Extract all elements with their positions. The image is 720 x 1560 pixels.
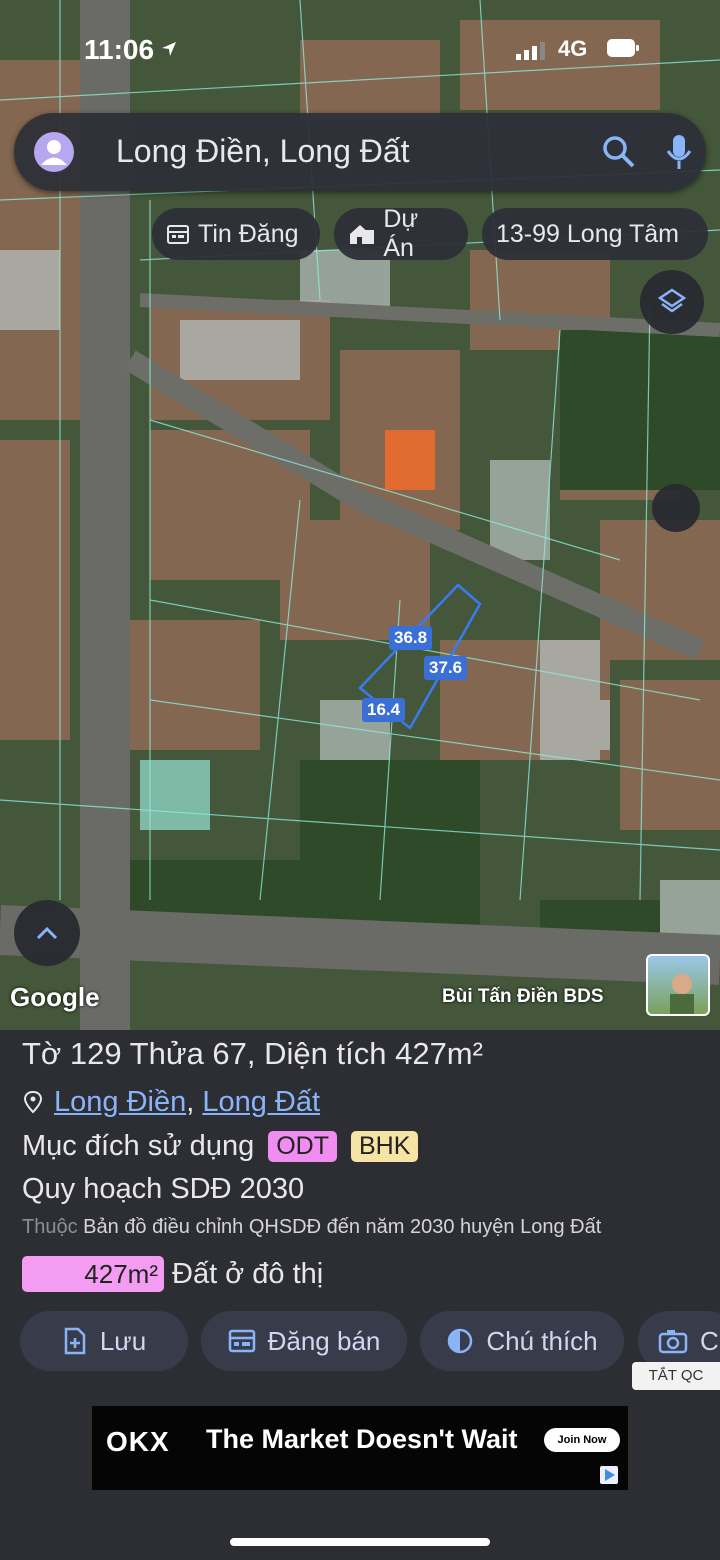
camera-icon [658,1330,688,1354]
ad-brand-logo: OKX [106,1426,170,1457]
search-icon[interactable] [602,135,636,169]
expand-up-button[interactable] [14,900,80,966]
home-indicator[interactable] [230,1538,490,1546]
status-bar: 11:06 4G [0,0,720,100]
purpose-label: Mục đích sử dụng [22,1130,255,1162]
chip-label: 13-99 Long Tâm [496,219,679,248]
ad-banner[interactable]: OKX The Market Doesn't Wait Join Now [92,1406,628,1490]
plan-source-text: Bản đồ điều chỉnh QHSDĐ đến năm 2030 huy… [83,1216,602,1238]
microphone-icon[interactable] [664,133,694,171]
purpose-tag-odt[interactable]: ODT [268,1131,337,1162]
house-icon [350,225,374,244]
plan-source: Thuộc Bản đồ điều chỉnh QHSDĐ đến năm 20… [22,1216,601,1239]
ad-headline: The Market Doesn't Wait [206,1424,518,1454]
camera-button-label: C [700,1325,719,1356]
google-logo: Google [10,982,100,1012]
play-triangle-icon [605,1469,615,1481]
legend-button-label: Chú thích [486,1325,598,1356]
network-type: 4G [558,36,588,61]
contrast-icon [448,1328,473,1354]
map-credit: Bùi Tấn Điền BDS [442,986,604,1007]
save-button[interactable]: Lưu [20,1311,188,1371]
calendar-icon [228,1329,255,1353]
parcel-location: Long Điền , Long Đất [22,1086,320,1119]
user-icon [41,140,67,165]
measurement-label: 36.8 [389,626,433,650]
legend-button[interactable]: Chú thích [420,1311,624,1371]
land-use-purpose: Mục đích sử dụng ODT BHK [22,1130,419,1163]
chip-label: Tin Đăng [198,219,299,248]
parcel-title: Tờ 129 Thửa 67, Diện tích 427m² [22,1036,483,1071]
calendar-icon [167,225,189,244]
save-doc-icon [64,1327,86,1355]
battery-icon [607,39,639,57]
area-bar: 427m² [22,1256,164,1292]
area-type: Đất ở đô thị [172,1257,324,1290]
chip-address[interactable]: 13-99 Long Tâm [482,208,708,260]
signal-icon [516,42,545,60]
chip-label: Dự Án [383,205,419,262]
author-thumbnail[interactable] [646,954,710,1016]
post-sale-button-label: Đăng bán [267,1325,381,1356]
purpose-tag-bhk[interactable]: BHK [350,1131,419,1162]
chip-du-an[interactable]: Dự Án [334,205,468,262]
adchoices-icon[interactable] [600,1466,618,1484]
location-separator: , [186,1086,203,1118]
person-photo [670,974,694,1014]
hide-ads-button[interactable]: TẮT QC [632,1362,720,1390]
measurement-label: 16.4 [362,698,406,722]
area-row: 427m² Đất ở đô thị [22,1256,323,1292]
layers-icon [657,288,687,313]
map-control-button[interactable] [652,484,700,532]
measurement-label: 37.6 [424,656,468,680]
status-time: 11:06 [84,34,155,65]
search-bar[interactable]: Long Điền, Long Đất [14,113,706,191]
search-input[interactable]: Long Điền, Long Đất [116,133,410,170]
post-sale-button[interactable]: Đăng bán [201,1311,407,1371]
ad-fine-print [106,1466,586,1482]
save-button-label: Lưu [99,1325,147,1356]
district-link[interactable]: Long Điền [54,1086,186,1119]
plan-label: Quy hoạch SDĐ 2030 [22,1173,305,1205]
layers-button[interactable] [640,270,704,334]
province-link[interactable]: Long Đất [202,1086,320,1119]
avatar[interactable] [34,132,74,172]
plan-source-prefix: Thuộc [22,1216,78,1238]
ad-cta-button[interactable]: Join Now [544,1428,620,1452]
location-pin-icon [23,1090,43,1113]
satellite-map[interactable]: 36.8 37.6 16.4 11:06 4G Long Điền, Long … [0,0,720,1030]
location-arrow-icon [162,42,176,56]
chevron-up-icon [36,926,58,940]
chip-tin-dang[interactable]: Tin Đăng [152,208,320,260]
